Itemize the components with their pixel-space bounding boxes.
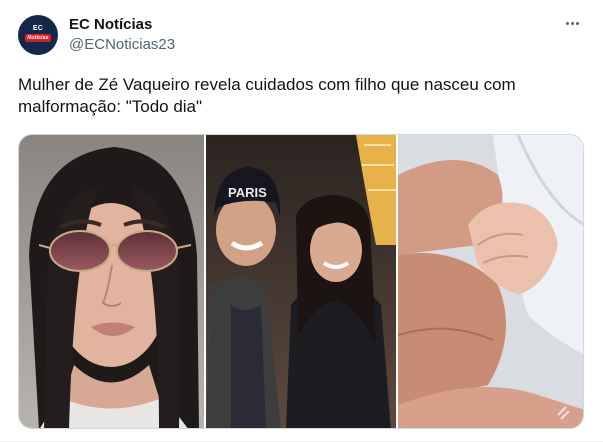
author-handle[interactable]: @ECNoticias23 [69, 36, 175, 54]
more-options-button[interactable] [558, 14, 588, 34]
avatar-logo-badge: Notícias [25, 34, 51, 42]
cap-text: PARIS [228, 185, 267, 200]
tweet-card[interactable]: EC Notícias EC Notícias @ECNoticias23 Mu… [0, 0, 603, 442]
media-grid[interactable]: PARIS [18, 134, 584, 429]
more-horizontal-icon-dot [576, 22, 579, 25]
photo-baby-hand[interactable] [398, 135, 583, 428]
tweet-text: Mulher de Zé Vaqueiro revela cuidados co… [18, 75, 516, 116]
photo-woman-sunglasses[interactable] [19, 135, 204, 428]
author-display-name[interactable]: EC Notícias [69, 16, 152, 34]
more-horizontal-icon-dot [571, 22, 574, 25]
avatar-logo-text: EC [32, 25, 44, 32]
more-horizontal-icon [566, 22, 569, 25]
avatar[interactable]: EC Notícias [18, 15, 58, 55]
photo-couple-paris[interactable]: PARIS [206, 135, 396, 428]
